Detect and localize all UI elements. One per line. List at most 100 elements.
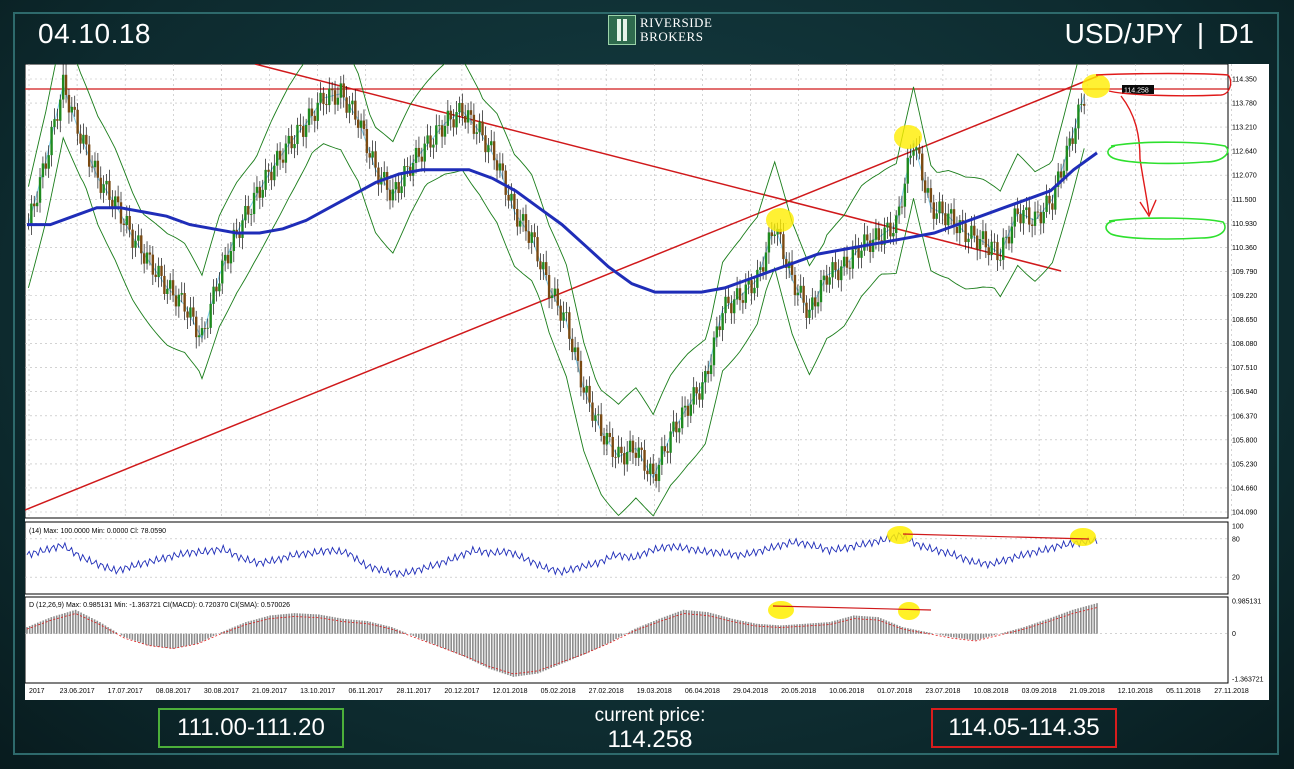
date-tick-label: 06.04.2018 [685, 688, 720, 695]
candle-body [634, 452, 638, 458]
candle-body [464, 115, 467, 123]
candle-body [565, 312, 568, 314]
candle-body [1074, 128, 1077, 144]
candle-body [649, 463, 652, 475]
candle-body [304, 125, 308, 137]
candle-body [322, 92, 325, 105]
date-tick-label: 10.08.2018 [973, 688, 1008, 695]
candle-body [926, 188, 930, 193]
candle-body [1071, 138, 1074, 144]
candle-body [970, 225, 973, 239]
candle-body [727, 296, 730, 304]
candle-body [770, 232, 774, 237]
candle-body [892, 232, 895, 237]
candle-body [594, 415, 597, 421]
candle-body [275, 150, 279, 166]
candle-body [915, 147, 918, 151]
candle-body [437, 125, 441, 127]
candle-body [733, 299, 736, 314]
date-tick-label: 20.05.2018 [781, 688, 816, 695]
candle-body [524, 214, 528, 232]
report-date: 04.10.18 [38, 18, 151, 49]
candle-body [1016, 208, 1019, 215]
candle-body [799, 285, 802, 293]
candle-body [487, 145, 490, 153]
candle-body [813, 297, 817, 307]
candle-body [802, 285, 805, 303]
candle-body [492, 141, 496, 161]
candle-body [56, 119, 59, 121]
price-tick-label: 111.500 [1232, 197, 1256, 204]
candle-body [666, 451, 669, 453]
candle-body [987, 247, 990, 256]
candle-body [576, 347, 580, 361]
candle-body [556, 288, 559, 306]
candle-body [414, 147, 418, 163]
candle-body [67, 94, 71, 113]
candle-body [631, 440, 635, 453]
date-tick-label: 17.07.2017 [108, 688, 143, 695]
price-tick-label: 106.940 [1232, 389, 1257, 396]
candle-body [923, 180, 927, 193]
candle-body [611, 436, 614, 457]
candle-body [458, 103, 461, 113]
candle-body [533, 232, 536, 238]
current-price-value: 114.258 [607, 726, 693, 753]
candle-body [542, 262, 545, 270]
candle-body [955, 226, 959, 234]
candle-body [203, 328, 207, 329]
candle-body [252, 192, 256, 215]
candle-body [912, 150, 915, 156]
candle-body [657, 464, 661, 482]
highlight-marker [887, 526, 913, 544]
candle-body [625, 452, 629, 465]
candle-body [186, 311, 189, 318]
candle-body [689, 404, 693, 416]
candle-body [371, 151, 374, 158]
candle-body [935, 213, 938, 219]
candle-body [1007, 236, 1011, 244]
candle-body [640, 447, 643, 450]
candle-body [122, 223, 126, 225]
candle-body [495, 160, 499, 171]
candle-body [93, 160, 97, 168]
candle-body [1013, 208, 1016, 227]
date-tick-label: 19.03.2018 [637, 688, 672, 695]
price-tick-label: 110.930 [1232, 221, 1257, 228]
date-tick-label: 10.06.2018 [829, 688, 864, 695]
candle-body [918, 147, 921, 154]
candle-body [296, 124, 299, 145]
candle-body [643, 449, 646, 471]
candle-body [307, 108, 311, 126]
candle-body [597, 414, 600, 416]
candle-body [1033, 211, 1037, 226]
candle-body [336, 97, 340, 105]
candle-body [270, 171, 273, 181]
logo-icon [608, 15, 636, 45]
candle-body [426, 135, 429, 144]
candle-body [1048, 195, 1051, 204]
price-tick-label: 106.370 [1232, 413, 1257, 420]
date-tick-label: 06.11.2017 [348, 688, 383, 695]
candle-body [249, 214, 253, 215]
macd-tick-label: 0 [1232, 631, 1236, 638]
candle-body [119, 202, 123, 224]
candle-body [842, 256, 846, 267]
candle-body [724, 296, 727, 314]
candle-body [461, 103, 464, 116]
candle-body [793, 274, 797, 296]
candle-body [501, 163, 505, 171]
candle-body [154, 274, 157, 277]
stochastic-tick-label: 20 [1232, 575, 1240, 582]
candle-body [903, 183, 907, 207]
price-tick-label: 109.790 [1232, 269, 1257, 276]
candle-body [949, 209, 953, 214]
candle-body [490, 141, 493, 146]
candle-body [151, 254, 155, 275]
logo-line2: BROKERS [640, 29, 704, 44]
candle-body [241, 220, 244, 238]
candle-body [686, 405, 690, 416]
candle-body [660, 446, 664, 465]
candle-body [206, 327, 209, 329]
candle-body [278, 150, 282, 160]
